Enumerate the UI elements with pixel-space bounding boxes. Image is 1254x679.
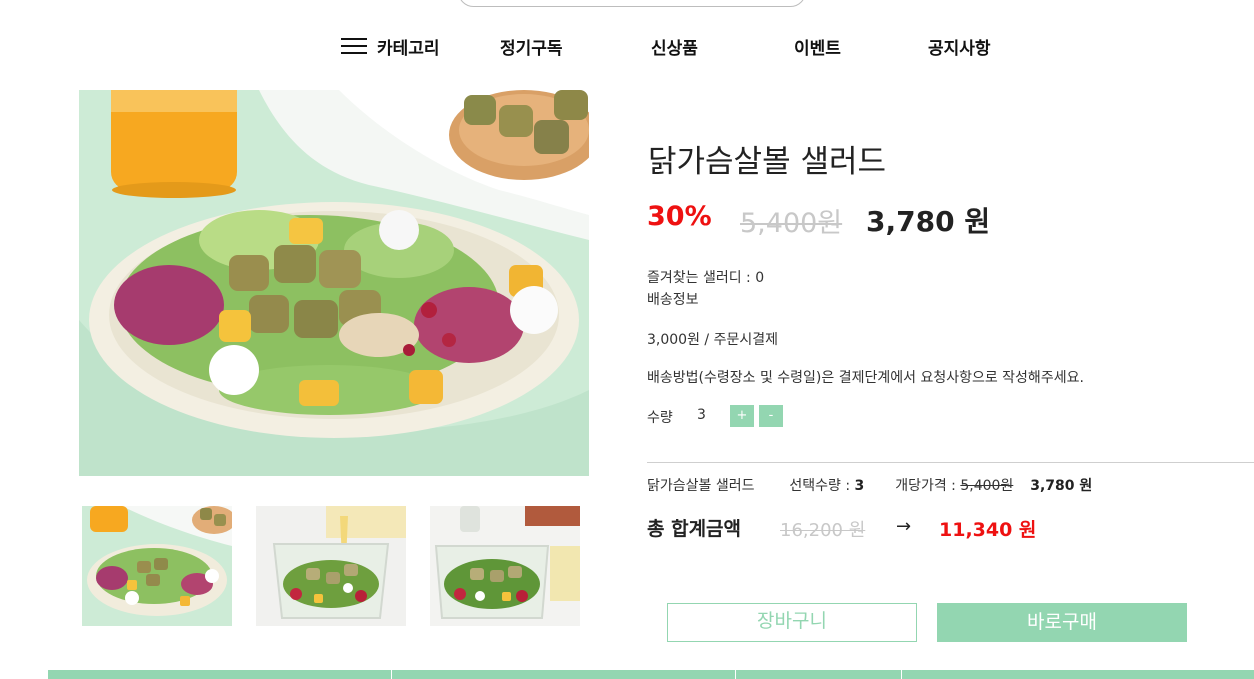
thumbnail-2[interactable] [256,506,406,626]
arrow-icon: → [896,516,912,537]
summary-product-name: 닭가슴살볼 샐러드 [647,478,755,494]
buy-now-button[interactable]: 바로구매 [937,603,1187,642]
nav-category[interactable]: 카테고리 [377,34,440,59]
total-final: 11,340 원 [939,519,1037,541]
shipping-fee: 3,000원 / 주문시결제 [647,332,778,348]
main-nav: 카테고리 정기구독 신상품 이벤트 공지사항 [0,30,1254,60]
search-bar[interactable] [458,0,806,7]
summary-selected-value: 3 [854,478,865,494]
detail-tab-bar[interactable] [48,670,1254,679]
total-label: 총 합계금액 [647,518,742,540]
divider [647,462,1254,463]
cart-button[interactable]: 장바구니 [667,603,917,642]
summary-unit-sale: 3,780 원 [1030,478,1093,494]
quantity-value: 3 [697,407,706,423]
product-main-image [79,90,589,476]
hamburger-menu-icon[interactable] [341,38,367,56]
quantity-plus-button[interactable]: + [730,405,754,427]
tab-separator [901,670,902,679]
tab-separator [735,670,736,679]
original-price: 5,400원 [740,208,843,239]
summary-unit-label: 개당가격 : [895,478,961,494]
product-title: 닭가슴살볼 샐러드 [648,144,887,180]
quantity-label: 수량 [647,410,673,426]
tab-separator [391,670,392,679]
quantity-minus-button[interactable]: - [759,405,783,427]
total-original: 16,200 원 [780,520,866,541]
discount-rate: 30% [647,201,712,232]
nav-subscription[interactable]: 정기구독 [500,34,563,59]
shipping-info-title: 배송정보 [647,292,699,308]
summary-selected-label: 선택수량 : [789,478,855,494]
thumbnail-3[interactable] [430,506,580,626]
nav-new-products[interactable]: 신상품 [651,34,698,59]
shipping-note: 배송방법(수령장소 및 수령일)은 결제단계에서 요청사항으로 작성해주세요. [647,370,1084,386]
thumbnail-1[interactable] [82,506,232,626]
summary-unit-original: 5,400원 [960,478,1014,494]
order-summary-row: 닭가슴살볼 샐러드 선택수량 : 3 개당가격 : 5,400원 3,780 원 [647,475,1092,495]
favorites-count: 즐겨찾는 샐러디 : 0 [647,270,765,286]
sale-price: 3,780 원 [866,205,991,238]
nav-notices[interactable]: 공지사항 [928,34,991,59]
nav-events[interactable]: 이벤트 [794,34,841,59]
